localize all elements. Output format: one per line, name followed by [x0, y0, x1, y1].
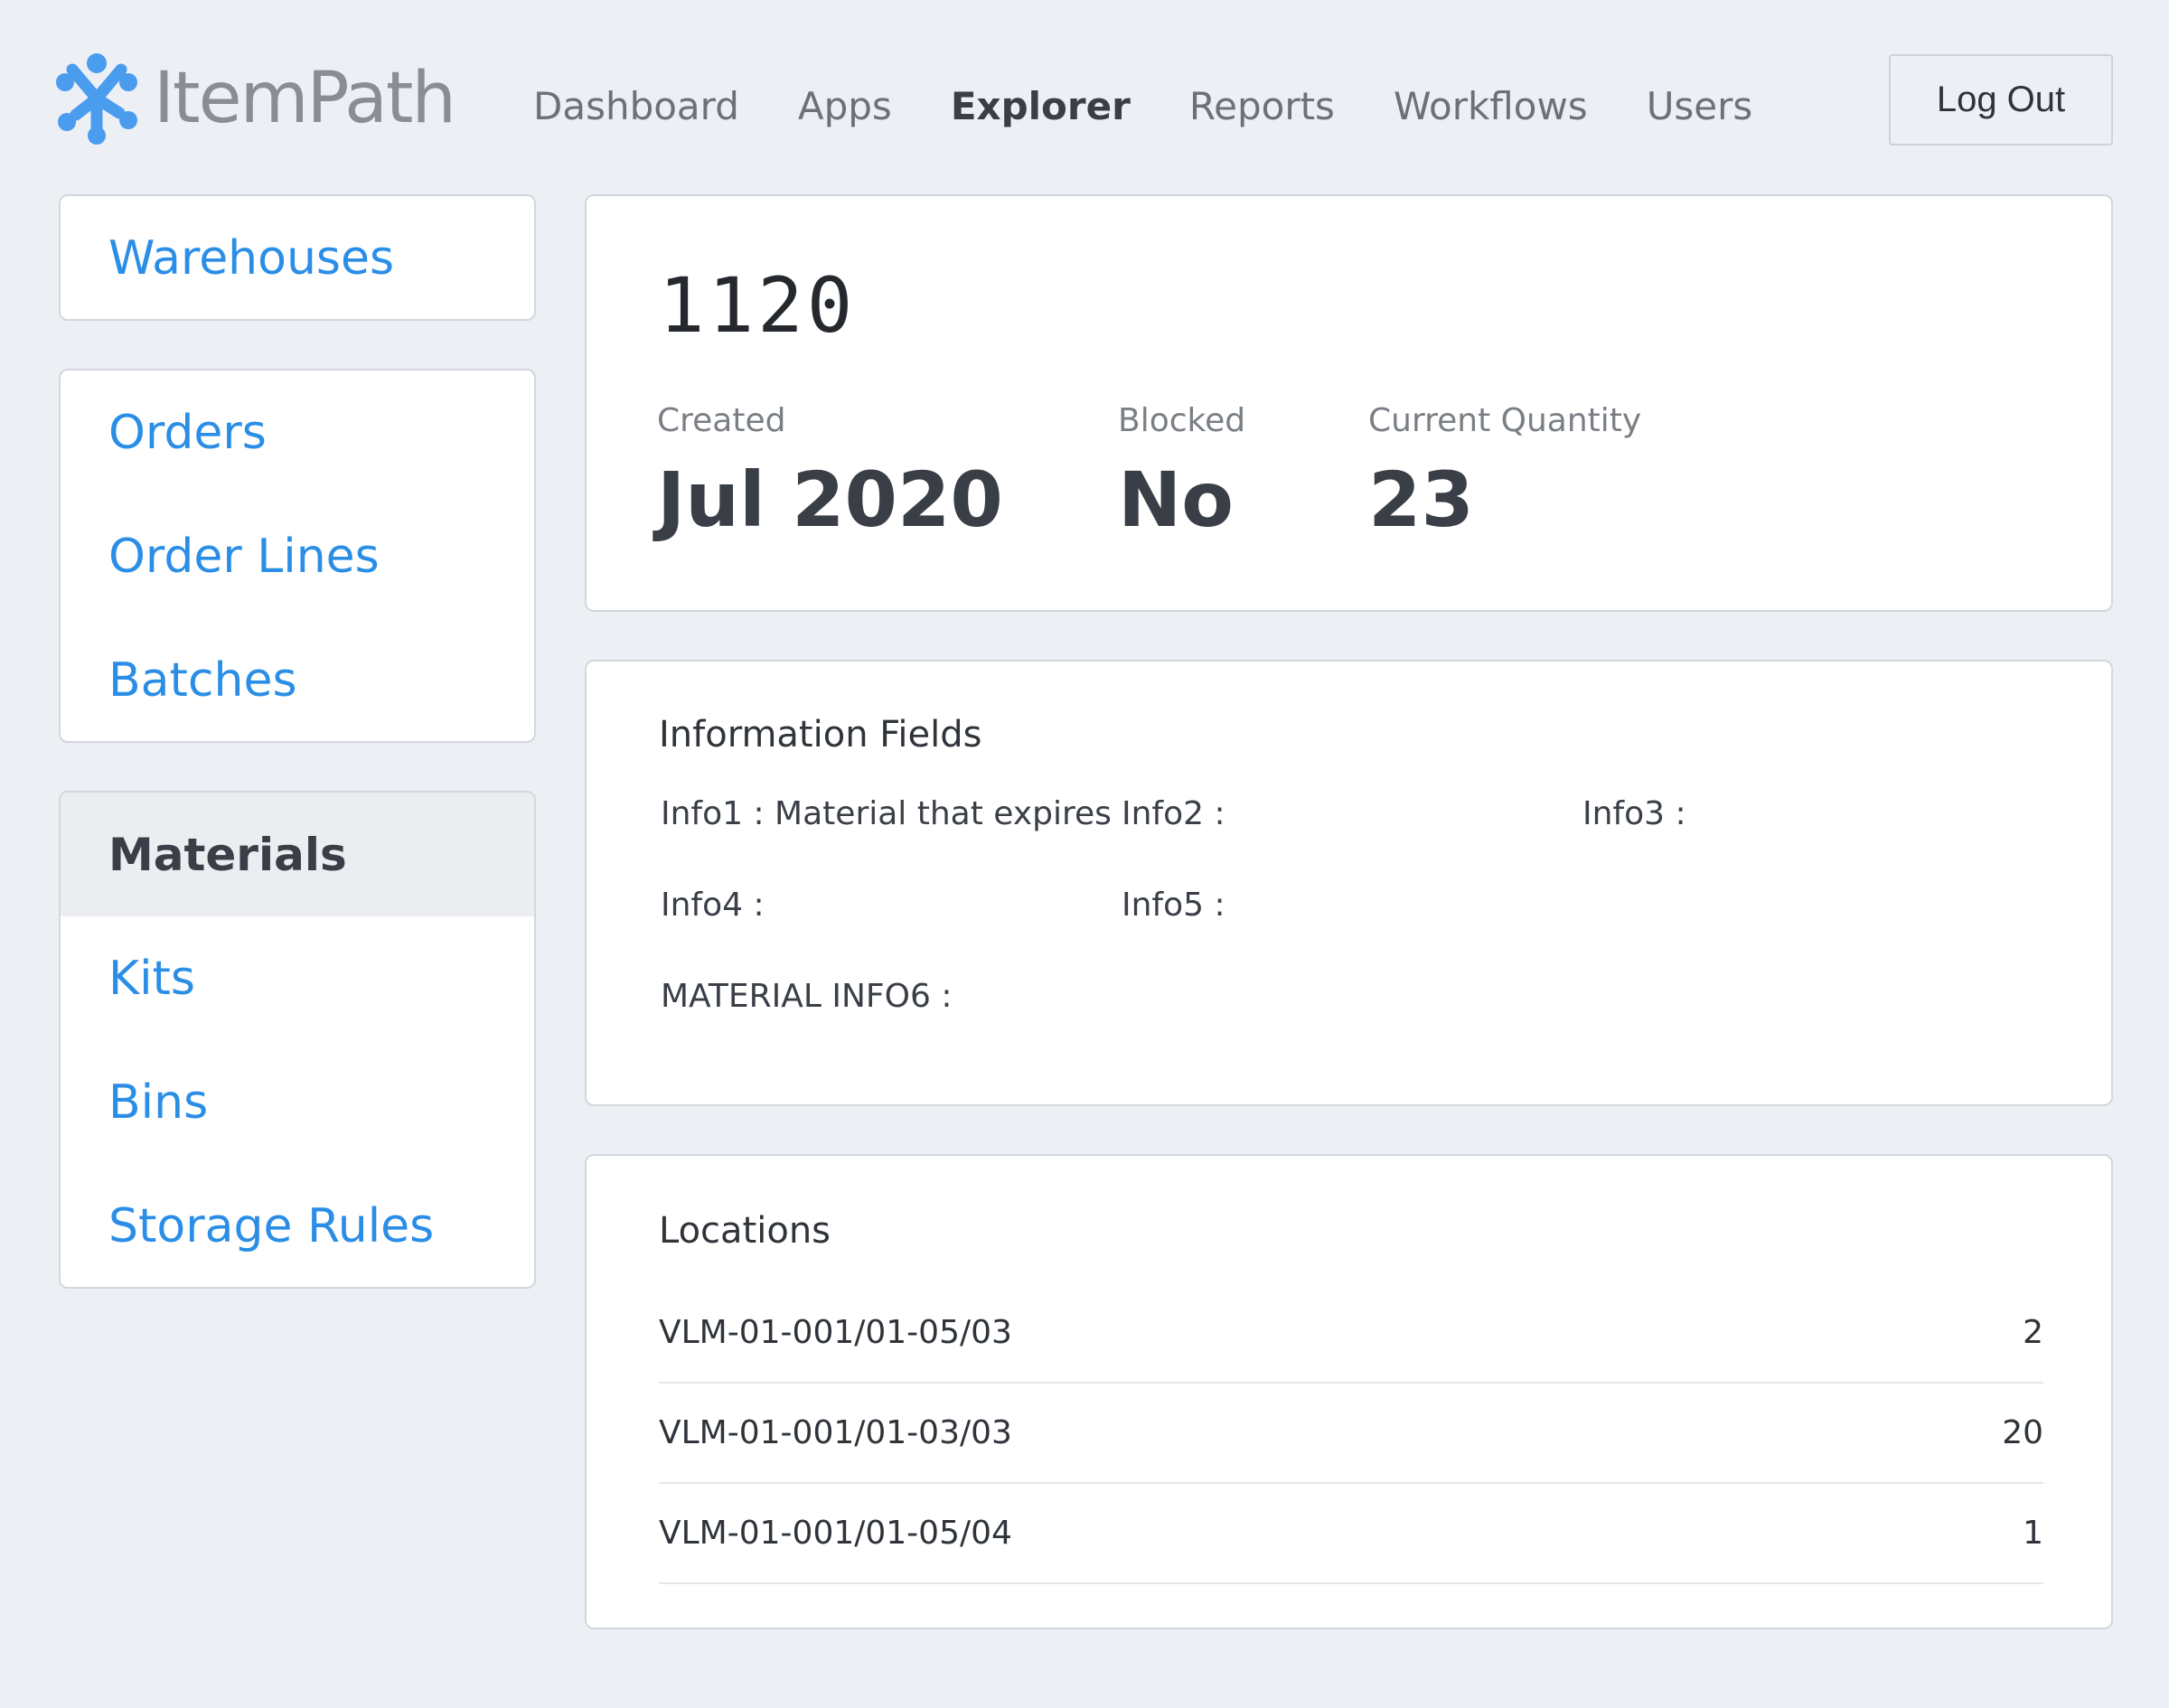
location-name[interactable]: VLM-01-001/01-05/03	[659, 1314, 1012, 1351]
locations-card: Locations VLM-01-001/01-05/03 2 VLM-01-0…	[585, 1154, 2113, 1629]
main-nav: Dashboard Apps Explorer Reports Workflow…	[533, 80, 1811, 134]
logout-button[interactable]: Log Out	[1889, 54, 2113, 145]
itempath-logo-icon	[56, 53, 137, 145]
stat-blocked: Blocked No	[1118, 402, 1245, 544]
nav-users[interactable]: Users	[1647, 88, 1753, 126]
sidebar-group-materials: Materials Kits Bins Storage Rules	[59, 791, 536, 1289]
sidebar-item-materials[interactable]: Materials	[61, 793, 534, 916]
top-header: ItemPath Dashboard Apps Explorer Reports…	[0, 0, 2169, 181]
material-summary-card: 1120 Created Jul 2020 Blocked No Current…	[585, 194, 2113, 612]
nav-apps[interactable]: Apps	[798, 88, 892, 126]
sidebar-item-storage-rules[interactable]: Storage Rules	[61, 1164, 534, 1287]
nav-workflows[interactable]: Workflows	[1394, 88, 1588, 126]
info-field-info1: Info1 : Material that expires	[661, 795, 1112, 832]
sidebar-item-warehouses[interactable]: Warehouses	[61, 196, 534, 319]
stat-created-label: Created	[657, 402, 786, 439]
information-fields-title: Information Fields	[659, 714, 982, 755]
stat-created-value: Jul 2020	[657, 455, 1003, 544]
stat-created: Created Jul 2020	[657, 402, 1003, 544]
sidebar-item-batches[interactable]: Batches	[61, 618, 534, 741]
information-fields-card: Information Fields Info1 : Material that…	[585, 660, 2113, 1106]
nav-reports[interactable]: Reports	[1189, 88, 1335, 126]
sidebar-item-bins[interactable]: Bins	[61, 1040, 534, 1164]
itempath-logo[interactable]: ItemPath	[56, 49, 456, 148]
info-field-info4: Info4 :	[661, 887, 765, 924]
location-quantity: 20	[2002, 1414, 2043, 1451]
info-field-info2: Info2 :	[1122, 795, 1225, 832]
info-field-info3: Info3 :	[1582, 795, 1686, 832]
info-field-material-info6: MATERIAL INFO6 :	[661, 978, 953, 1015]
sidebar-item-kits[interactable]: Kits	[61, 916, 534, 1040]
location-quantity: 1	[2023, 1515, 2043, 1552]
sidebar-item-order-lines[interactable]: Order Lines	[61, 494, 534, 618]
nav-explorer[interactable]: Explorer	[951, 88, 1131, 126]
sidebar-item-orders[interactable]: Orders	[61, 371, 534, 494]
locations-title: Locations	[659, 1210, 831, 1252]
location-row[interactable]: VLM-01-001/01-03/03 20	[659, 1384, 2043, 1484]
info-field-info5: Info5 :	[1122, 887, 1225, 924]
material-id: 1120	[659, 261, 857, 350]
nav-dashboard[interactable]: Dashboard	[533, 88, 739, 126]
location-row[interactable]: VLM-01-001/01-05/04 1	[659, 1484, 2043, 1584]
location-name[interactable]: VLM-01-001/01-03/03	[659, 1414, 1012, 1451]
location-name[interactable]: VLM-01-001/01-05/04	[659, 1515, 1012, 1552]
location-row[interactable]: VLM-01-001/01-05/03 2	[659, 1283, 2043, 1384]
stat-blocked-label: Blocked	[1118, 402, 1246, 439]
sidebar-group-warehouses: Warehouses	[59, 194, 536, 321]
stat-blocked-value: No	[1118, 455, 1235, 544]
logo-text: ItemPath	[154, 58, 456, 139]
location-quantity: 2	[2023, 1314, 2043, 1351]
stat-current-quantity: Current Quantity 23	[1368, 402, 1641, 544]
stat-current-quantity-label: Current Quantity	[1368, 402, 1642, 439]
sidebar-group-orders: Orders Order Lines Batches	[59, 369, 536, 743]
stat-current-quantity-value: 23	[1368, 455, 1474, 544]
